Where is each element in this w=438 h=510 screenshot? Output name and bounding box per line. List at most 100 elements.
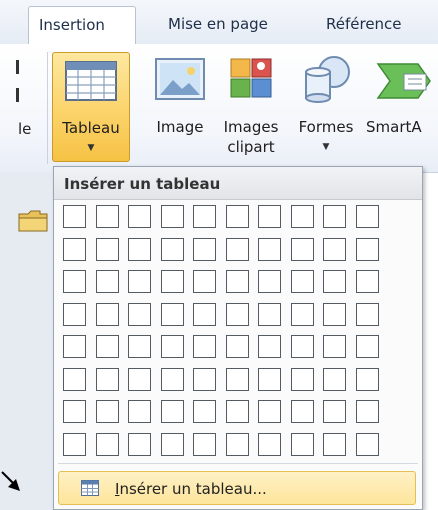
clipart-button-label-line1: Images [223,118,279,136]
grid-cell[interactable] [225,367,249,391]
grid-cell[interactable] [258,367,281,391]
grid-cell[interactable] [63,432,86,456]
image-button[interactable]: Image [148,52,212,162]
folder-icon [18,210,48,232]
grid-cell[interactable] [160,237,184,261]
grid-cell[interactable] [290,335,314,358]
grid-cell[interactable] [160,400,184,423]
grid-cell[interactable] [63,302,86,326]
grid-cell[interactable] [193,367,216,391]
grid-cell[interactable] [63,205,86,228]
clipart-button-label-line2: clipart [227,138,275,156]
clipart-button[interactable]: Images clipart [218,52,284,162]
tableau-button[interactable]: Tableau ▼ [52,52,130,162]
grid-cell[interactable] [225,302,249,326]
grid-cell[interactable] [323,205,346,228]
grid-cell[interactable] [160,432,184,456]
tab-mise-en-page[interactable]: Mise en page [158,6,278,44]
grid-cell[interactable] [225,237,249,261]
grid-cell[interactable] [355,302,379,326]
grid-cell[interactable] [193,205,216,228]
grid-cell[interactable] [258,400,281,423]
grid-cell[interactable] [355,400,379,423]
grid-cell[interactable] [258,432,281,456]
insert-table-dropdown: Insérer un tableau Insérer un tableau... [53,166,423,510]
grid-cell[interactable] [258,237,281,261]
shapes-icon [302,54,352,110]
grid-cell[interactable] [128,335,151,358]
grid-cell[interactable] [128,270,151,293]
grid-cell[interactable] [258,302,281,326]
grid-cell[interactable] [128,400,151,423]
grid-cell[interactable] [258,205,281,228]
grid-cell[interactable] [323,335,346,358]
tab-insertion[interactable]: Insertion [28,6,136,45]
partial-button-label: le [18,120,32,138]
grid-cell[interactable] [355,237,379,261]
grid-cell[interactable] [193,432,216,456]
grid-cell[interactable] [290,367,314,391]
grid-cell[interactable] [225,400,249,423]
grid-cell[interactable] [128,237,151,261]
grid-cell[interactable] [323,367,346,391]
table-size-grid[interactable] [63,205,379,456]
grid-cell[interactable] [128,205,151,228]
grid-cell[interactable] [193,335,216,358]
grid-cell[interactable] [95,367,119,391]
grid-cell[interactable] [290,205,314,228]
grid-cell[interactable] [323,432,346,456]
smartart-button[interactable]: SmartA [366,52,438,162]
grid-cell[interactable] [193,400,216,423]
grid-cell[interactable] [128,367,151,391]
dropdown-title: Insérer un tableau [64,175,221,193]
tab-references[interactable]: Référence [316,6,412,44]
grid-cell[interactable] [193,302,216,326]
grid-cell[interactable] [63,270,86,293]
insert-table-menu-item[interactable]: Insérer un tableau... [58,471,416,505]
grid-cell[interactable] [95,335,119,358]
table-icon [65,61,117,105]
grid-cell[interactable] [290,302,314,326]
grid-cell[interactable] [323,270,346,293]
grid-cell[interactable] [160,367,184,391]
grid-cell[interactable] [63,237,86,261]
grid-cell[interactable] [290,400,314,423]
grid-cell[interactable] [355,432,379,456]
grid-cell[interactable] [290,237,314,261]
grid-cell[interactable] [355,367,379,391]
grid-cell[interactable] [225,432,249,456]
grid-cell[interactable] [63,367,86,391]
grid-cell[interactable] [193,270,216,293]
grid-cell[interactable] [290,432,314,456]
grid-cell[interactable] [128,302,151,326]
grid-cell[interactable] [323,302,346,326]
grid-cell[interactable] [95,432,119,456]
grid-cell[interactable] [160,270,184,293]
grid-cell[interactable] [225,270,249,293]
grid-cell[interactable] [160,205,184,228]
grid-cell[interactable] [258,270,281,293]
grid-cell[interactable] [95,400,119,423]
grid-cell[interactable] [225,205,249,228]
grid-cell[interactable] [95,270,119,293]
grid-cell[interactable] [323,400,346,423]
grid-cell[interactable] [95,205,119,228]
grid-cell[interactable] [160,302,184,326]
grid-cell[interactable] [258,335,281,358]
grid-cell[interactable] [193,237,216,261]
picture-icon [155,58,205,104]
grid-cell[interactable] [63,400,86,423]
formes-button[interactable]: Formes ▼ [290,52,362,162]
grid-cell[interactable] [128,432,151,456]
grid-cell[interactable] [160,335,184,358]
grid-cell[interactable] [323,237,346,261]
grid-cell[interactable] [63,335,86,358]
grid-cell[interactable] [95,302,119,326]
smartart-icon [374,58,438,108]
grid-cell[interactable] [95,237,119,261]
grid-cell[interactable] [355,205,379,228]
grid-cell[interactable] [225,335,249,358]
grid-cell[interactable] [355,335,379,358]
grid-cell[interactable] [355,270,379,293]
grid-cell[interactable] [290,270,314,293]
